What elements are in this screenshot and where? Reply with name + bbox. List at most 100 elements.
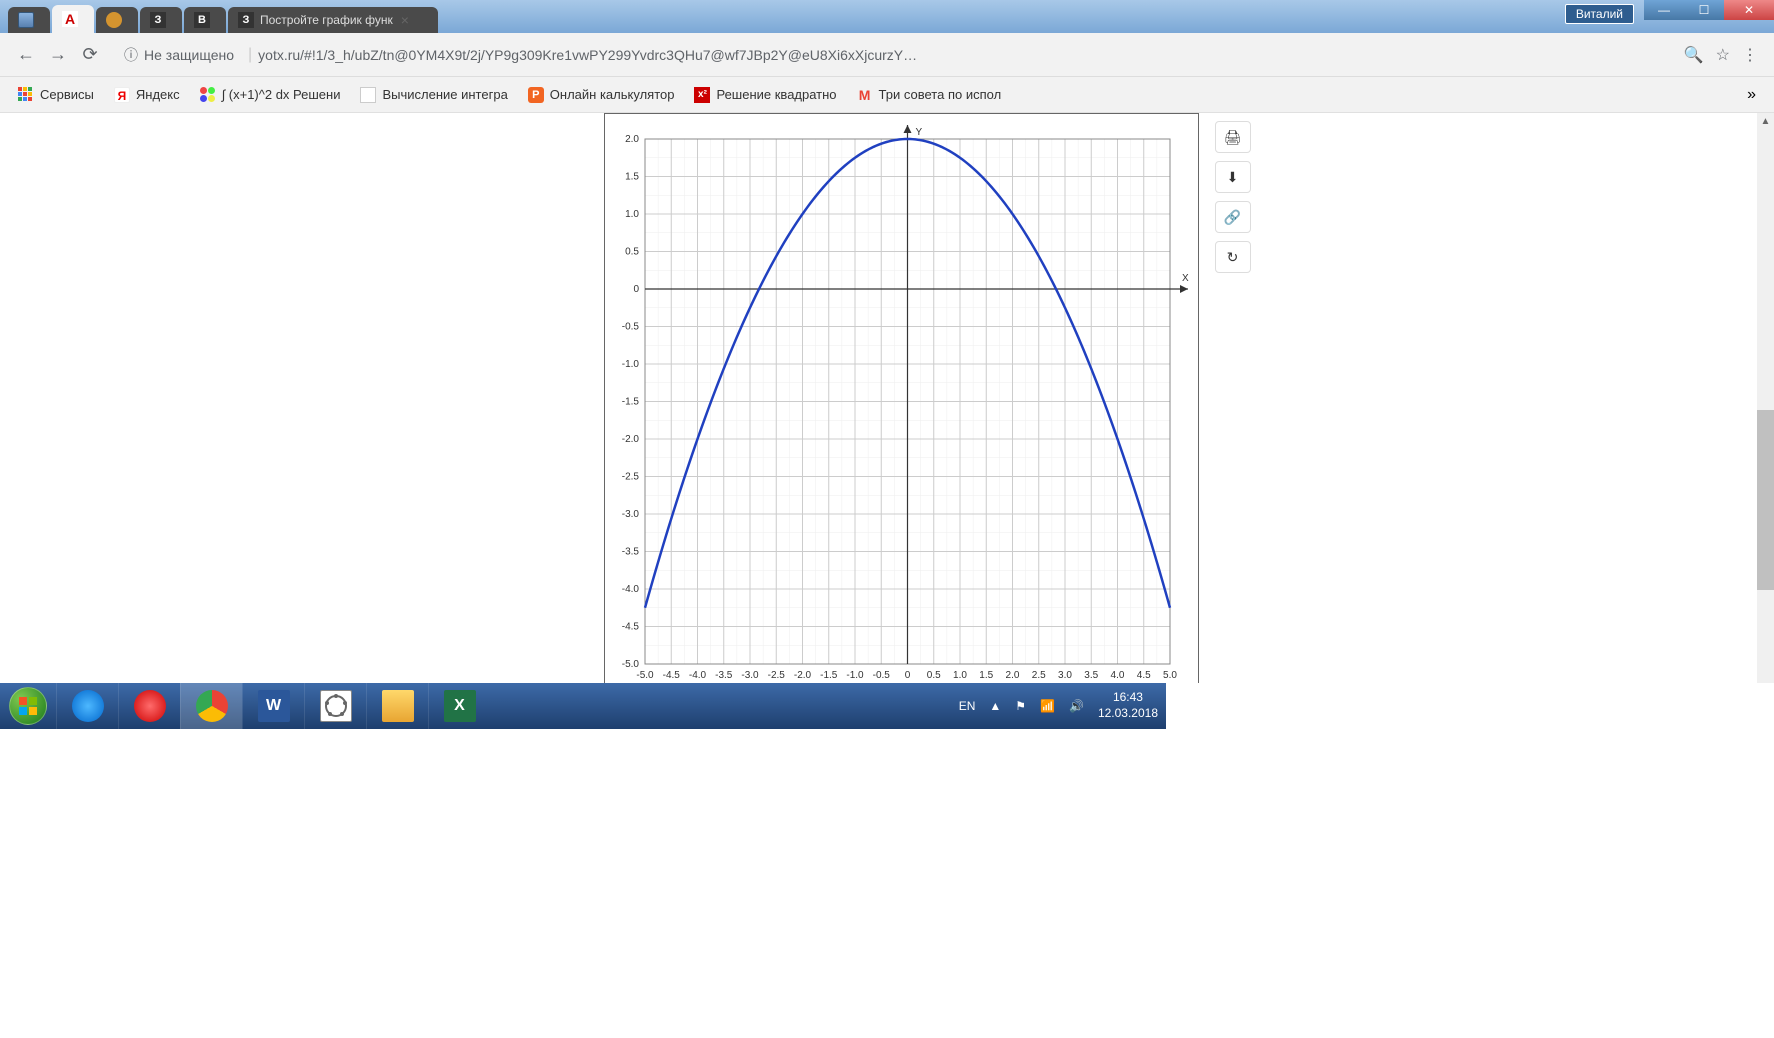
minimize-button[interactable]: — — [1644, 0, 1684, 20]
svg-text:-5.0: -5.0 — [621, 659, 639, 670]
x2-icon: x² — [694, 87, 710, 103]
svg-text:-2.0: -2.0 — [793, 670, 811, 681]
window-titlebar: A З В З Постройте график функ × Виталий … — [0, 0, 1774, 33]
page-content: YX-5.0-4.5-4.0-3.5-3.0-2.5-2.0-1.5-1.0-0… — [0, 113, 1774, 683]
bookmark-label: Три совета по испол — [879, 87, 1002, 102]
print-button[interactable]: 🖨 — [1215, 121, 1251, 153]
bookmark-calc-integral[interactable]: Вычисление интегра — [352, 83, 515, 107]
yandex-icon: Я — [114, 87, 130, 103]
svg-text:4.0: 4.0 — [1110, 670, 1124, 681]
taskbar-app-excel[interactable]: X — [428, 683, 490, 729]
browser-toolbar: ← → ⟳ ⓘ Не защищено | yotx.ru/#!1/3_h/ub… — [0, 33, 1774, 77]
chrome-icon — [196, 690, 228, 722]
folder-icon — [382, 690, 414, 722]
multi-icon — [200, 87, 216, 103]
svg-text:2.0: 2.0 — [625, 134, 639, 145]
chart-actions: 🖨 ⬇ 🔗 ↻ — [1215, 121, 1251, 683]
windows-taskbar: W X EN ▲ ⚑ 📶 🔊 16:43 12.03.2018 — [0, 683, 1166, 729]
bookmark-label: Яндекс — [136, 87, 180, 102]
vertical-scrollbar[interactable]: ▲ — [1757, 113, 1774, 683]
svg-text:1.0: 1.0 — [953, 670, 967, 681]
svg-text:1.5: 1.5 — [979, 670, 993, 681]
menu-icon[interactable]: ⋮ — [1742, 45, 1758, 65]
bookmark-label: Вычисление интегра — [382, 87, 507, 102]
opera-icon — [134, 690, 166, 722]
bookmark-quadratic[interactable]: x² Решение квадратно — [686, 83, 844, 107]
reload-chart-button[interactable]: ↻ — [1215, 241, 1251, 273]
link-button[interactable]: 🔗 — [1215, 201, 1251, 233]
bookmark-online-calc[interactable]: P Онлайн калькулятор — [520, 83, 683, 107]
app-a-icon: A — [62, 11, 78, 27]
bookmark-label: Сервисы — [40, 87, 94, 102]
svg-text:5.0: 5.0 — [1163, 670, 1177, 681]
maximize-button[interactable]: ☐ — [1684, 0, 1724, 20]
excel-icon: X — [444, 690, 476, 722]
star-icon[interactable]: ☆ — [1716, 45, 1730, 65]
volume-icon[interactable]: 🔊 — [1069, 699, 1084, 713]
close-icon[interactable]: × — [401, 12, 409, 28]
start-button[interactable] — [0, 683, 56, 729]
taskbar-apps: W X — [56, 683, 490, 729]
taskbar-app-opera[interactable] — [118, 683, 180, 729]
tab-0[interactable] — [8, 7, 50, 33]
chart-plot: YX-5.0-4.5-4.0-3.5-3.0-2.5-2.0-1.5-1.0-0… — [604, 113, 1199, 683]
taskbar-app-ie[interactable] — [56, 683, 118, 729]
info-icon: ⓘ — [124, 45, 138, 65]
address-bar[interactable]: ⓘ Не защищено | yotx.ru/#!1/3_h/ubZ/tn@0… — [116, 39, 1668, 71]
flag-icon[interactable]: ⚑ — [1015, 699, 1026, 713]
svg-text:Y: Y — [915, 127, 922, 138]
svg-text:-4.0: -4.0 — [621, 584, 639, 595]
tab-1[interactable]: A — [52, 5, 94, 33]
svg-text:-3.5: -3.5 — [715, 670, 733, 681]
svg-text:-5.0: -5.0 — [636, 670, 654, 681]
download-button[interactable]: ⬇ — [1215, 161, 1251, 193]
svg-text:-1.5: -1.5 — [820, 670, 838, 681]
bookmark-label: Онлайн калькулятор — [550, 87, 675, 102]
browser-tabs: A З В З Постройте график функ × — [0, 0, 440, 33]
svg-text:-3.5: -3.5 — [621, 547, 639, 558]
svg-text:0: 0 — [904, 670, 910, 681]
taskbar-app-word[interactable]: W — [242, 683, 304, 729]
taskbar-app-explorer[interactable] — [366, 683, 428, 729]
security-status[interactable]: ⓘ Не защищено — [116, 45, 242, 65]
svg-text:1.5: 1.5 — [625, 172, 639, 183]
bookmark-gmail[interactable]: M Три совета по испол — [849, 83, 1010, 107]
z-icon: З — [238, 12, 254, 28]
date-label: 12.03.2018 — [1098, 706, 1158, 722]
tab-2[interactable] — [96, 7, 138, 33]
clock[interactable]: 16:43 12.03.2018 — [1098, 690, 1158, 721]
reload-button[interactable]: ⟳ — [74, 39, 106, 71]
gmail-icon: M — [857, 87, 873, 103]
tab-4[interactable]: В — [184, 7, 226, 33]
bookmark-services[interactable]: Сервисы — [10, 83, 102, 107]
scroll-up-icon[interactable]: ▲ — [1757, 113, 1774, 130]
svg-text:-4.0: -4.0 — [688, 670, 706, 681]
bookmark-integral[interactable]: ∫ (x+1)^2 dx Решени — [192, 83, 349, 107]
show-hidden-icon[interactable]: ▲ — [989, 699, 1001, 713]
user-badge[interactable]: Виталий — [1565, 4, 1634, 24]
scroll-thumb[interactable] — [1757, 410, 1774, 590]
taskbar-app-geogebra[interactable] — [304, 683, 366, 729]
svg-text:-1.0: -1.0 — [846, 670, 864, 681]
tab-3[interactable]: З — [140, 7, 182, 33]
forward-button[interactable]: → — [42, 39, 74, 71]
zoom-icon[interactable]: 🔍 — [1684, 45, 1704, 65]
bookmark-label: ∫ (x+1)^2 dx Решени — [222, 87, 341, 102]
tab-5[interactable]: З Постройте график функ × — [228, 7, 438, 33]
monitor-icon — [18, 12, 34, 28]
calc-icon — [360, 87, 376, 103]
language-indicator[interactable]: EN — [959, 699, 976, 713]
svg-text:2.5: 2.5 — [1031, 670, 1045, 681]
apps-icon — [18, 87, 34, 103]
bookmarks-overflow[interactable]: » — [1739, 82, 1764, 108]
svg-text:-4.5: -4.5 — [662, 670, 680, 681]
network-icon[interactable]: 📶 — [1040, 699, 1055, 713]
bookmark-yandex[interactable]: Я Яндекс — [106, 83, 188, 107]
close-button[interactable]: ✕ — [1724, 0, 1774, 20]
back-button[interactable]: ← — [10, 39, 42, 71]
geogebra-icon — [320, 690, 352, 722]
windows-logo-icon — [9, 687, 47, 725]
svg-text:0.5: 0.5 — [926, 670, 940, 681]
svg-text:-3.0: -3.0 — [741, 670, 759, 681]
taskbar-app-chrome[interactable] — [180, 683, 242, 729]
